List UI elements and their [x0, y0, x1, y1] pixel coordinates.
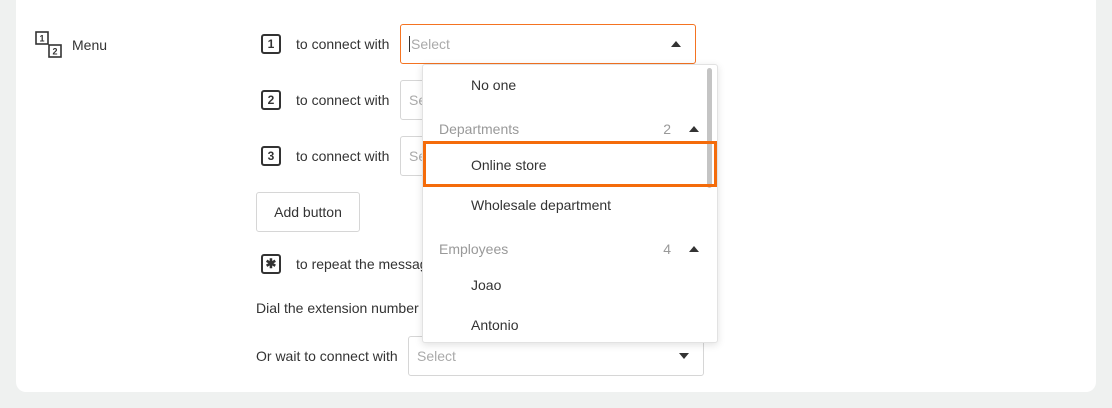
keypad-icon: 1 2 — [35, 31, 62, 58]
key-1-badge: 1 — [261, 34, 281, 54]
dropdown-item-wholesale[interactable]: Wholesale department — [471, 197, 611, 213]
key-2-badge: 2 — [261, 90, 281, 110]
menu-label: Menu — [72, 37, 108, 53]
key-3-badge: 3 — [261, 146, 281, 166]
repeat-row-text: to repeat the messag — [296, 256, 428, 272]
svg-text:1: 1 — [39, 34, 44, 44]
menu-row-1: 1 to connect with — [261, 34, 389, 54]
svg-text:2: 2 — [52, 47, 57, 57]
menu-row-2: 2 to connect with — [261, 90, 389, 110]
wait-select-placeholder: Select — [417, 348, 456, 364]
dropdown-item-antonio[interactable]: Antonio — [471, 317, 518, 333]
group-count: 4 — [663, 241, 671, 257]
menu-row-3: 3 to connect with — [261, 146, 389, 166]
chevron-up-icon — [689, 246, 699, 252]
repeat-row: ✱ to repeat the messag — [261, 254, 428, 274]
group-title: Departments — [439, 121, 520, 137]
dropdown-item-no-one[interactable]: No one — [471, 77, 516, 93]
highlight-box — [423, 141, 717, 187]
row-2-text: to connect with — [296, 92, 390, 108]
row-1-select[interactable]: Select — [400, 24, 696, 64]
add-button[interactable]: Add button — [256, 192, 360, 232]
asterisk-key-badge: ✱ — [261, 254, 281, 274]
wait-label: Or wait to connect with — [256, 348, 398, 364]
row-3-text: to connect with — [296, 148, 390, 164]
select-dropdown: No one Departments 2 Online store Wholes… — [422, 64, 718, 343]
group-header-departments[interactable]: Departments 2 — [439, 119, 699, 139]
row-1-select-placeholder: Select — [411, 36, 450, 52]
chevron-up-icon — [671, 41, 681, 47]
row-1-text: to connect with — [296, 36, 390, 52]
text-cursor — [409, 36, 410, 52]
group-count: 2 — [663, 121, 671, 137]
dropdown-item-joao[interactable]: Joao — [471, 277, 501, 293]
chevron-up-icon — [689, 126, 699, 132]
chevron-down-icon — [679, 353, 689, 359]
dial-extension-text: Dial the extension number — [256, 300, 419, 316]
group-title: Employees — [439, 241, 509, 257]
group-header-employees[interactable]: Employees 4 — [439, 239, 699, 259]
